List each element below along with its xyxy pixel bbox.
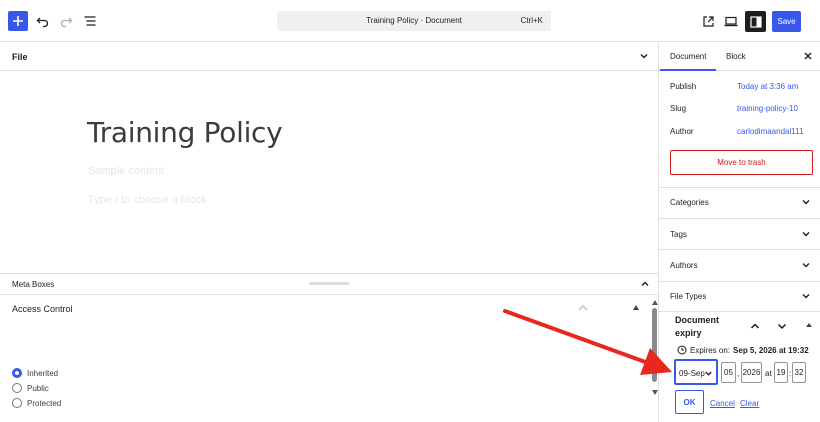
- at-label: at: [765, 369, 772, 378]
- divider: [659, 249, 820, 250]
- move-up-icon[interactable]: [749, 320, 761, 332]
- divider: [659, 218, 820, 219]
- toggle-panel-icon[interactable]: [806, 323, 812, 327]
- panel-file-types[interactable]: File Types: [670, 292, 706, 301]
- radio-label: Protected: [27, 398, 62, 408]
- tab-document[interactable]: Document: [670, 52, 706, 61]
- clock-icon: [677, 345, 687, 355]
- scroll-thumb[interactable]: [652, 308, 657, 382]
- command-palette-title[interactable]: Training Policy · Document Ctrl+K: [277, 11, 551, 31]
- top-toolbar: Training Policy · Document Ctrl+K Save: [0, 0, 820, 42]
- ok-button[interactable]: OK: [675, 390, 704, 414]
- panel-categories[interactable]: Categories: [670, 198, 709, 207]
- time-separator: :: [789, 369, 792, 378]
- chevron-down-icon: [705, 371, 712, 376]
- chevron-down-icon[interactable]: [801, 260, 811, 270]
- preview-device-button[interactable]: [722, 12, 740, 30]
- radio-button-checked[interactable]: [12, 368, 22, 378]
- sidebar-panel-icon: [749, 15, 762, 28]
- view-post-button[interactable]: [699, 12, 717, 30]
- post-title[interactable]: Training Policy: [87, 116, 283, 149]
- radio-button[interactable]: [12, 383, 22, 393]
- panel-authors[interactable]: Authors: [670, 261, 698, 270]
- settings-sidebar: Document Block Publish Today at 3:36 am …: [658, 42, 820, 422]
- divider: [659, 187, 820, 188]
- sample-content[interactable]: Sample content: [88, 165, 164, 177]
- close-icon[interactable]: [803, 51, 813, 61]
- radio-protected[interactable]: Protected: [12, 398, 61, 408]
- chevron-down-icon[interactable]: [801, 229, 811, 239]
- tab-block[interactable]: Block: [726, 52, 746, 61]
- plus-icon: [13, 16, 23, 26]
- meta-boxes-panel: Meta Boxes Access Control Inherited Publ…: [0, 273, 658, 422]
- desktop-icon: [724, 16, 738, 26]
- document-overview-button[interactable]: [81, 12, 99, 30]
- undo-icon: [36, 17, 49, 28]
- author-label: Author: [670, 127, 694, 136]
- move-to-trash-button[interactable]: Move to trash: [670, 150, 813, 175]
- chevron-down-icon[interactable]: [801, 197, 811, 207]
- command-shortcut: Ctrl+K: [520, 16, 543, 25]
- settings-toggle-button[interactable]: [745, 11, 766, 32]
- chevron-up-icon[interactable]: [639, 278, 651, 290]
- expires-value: Sep 5, 2026 at 19:32: [733, 345, 809, 355]
- save-button[interactable]: Save: [772, 11, 801, 32]
- list-view-icon: [84, 16, 96, 26]
- slug-link[interactable]: training-policy-10: [737, 104, 798, 113]
- minute-input[interactable]: 32: [792, 362, 806, 383]
- radio-inherited[interactable]: Inherited: [12, 368, 58, 378]
- radio-public[interactable]: Public: [12, 383, 49, 393]
- chevron-down-icon[interactable]: [638, 50, 650, 62]
- chevron-down-icon[interactable]: [801, 291, 811, 301]
- panel-tags[interactable]: Tags: [670, 230, 687, 239]
- month-select[interactable]: 09-Sep: [674, 359, 718, 385]
- date-separator: ,: [737, 369, 740, 378]
- file-panel-header[interactable]: File: [0, 42, 658, 71]
- divider: [0, 294, 658, 295]
- publish-date-link[interactable]: Today at 3:36 am: [737, 82, 798, 91]
- sidebar-tabs: Document Block: [659, 42, 820, 71]
- active-tab-indicator: [660, 69, 716, 71]
- hour-input[interactable]: 19: [774, 362, 788, 383]
- move-down-icon[interactable]: [776, 320, 788, 332]
- external-link-icon: [702, 15, 714, 27]
- access-control-title: Access Control: [12, 304, 73, 314]
- clear-link[interactable]: Clear: [740, 399, 759, 408]
- divider: [659, 281, 820, 282]
- expires-prefix: Expires on:: [690, 345, 731, 355]
- resize-handle[interactable]: [309, 282, 349, 285]
- cancel-link[interactable]: Cancel: [710, 399, 735, 408]
- redo-button[interactable]: [57, 12, 75, 30]
- publish-label: Publish: [670, 82, 697, 91]
- slug-label: Slug: [670, 104, 687, 113]
- month-value: 09-Sep: [679, 369, 705, 378]
- expires-summary: Expires on: Sep 5, 2026 at 19:32: [677, 345, 809, 355]
- toggle-panel-icon[interactable]: [633, 305, 639, 310]
- radio-button[interactable]: [12, 398, 22, 408]
- add-block-button[interactable]: [8, 11, 28, 31]
- year-input[interactable]: 2026: [741, 362, 762, 383]
- radio-label: Public: [27, 383, 49, 393]
- meta-scrollbar[interactable]: [651, 294, 658, 422]
- undo-button[interactable]: [34, 12, 52, 30]
- move-up-icon[interactable]: [577, 303, 589, 313]
- file-label: File: [12, 52, 28, 62]
- block-placeholder[interactable]: Type / to choose a block: [88, 194, 207, 206]
- radio-label: Inherited: [27, 368, 59, 378]
- divider: [659, 311, 820, 312]
- meta-boxes-title: Meta Boxes: [12, 280, 55, 289]
- redo-icon: [60, 17, 73, 28]
- day-input[interactable]: 05: [721, 362, 736, 383]
- document-title-text: Training Policy · Document: [366, 16, 462, 25]
- author-link[interactable]: carlodimaandal111: [737, 127, 803, 136]
- document-expiry-title: Document expiry: [675, 315, 720, 338]
